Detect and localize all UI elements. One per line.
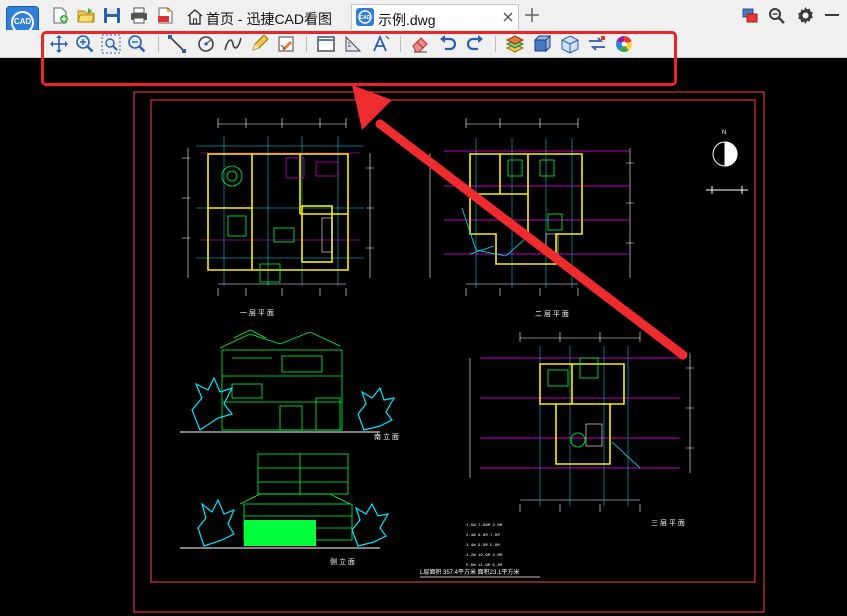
home-icon xyxy=(187,9,203,25)
settings-gear-icon[interactable] xyxy=(796,6,815,25)
area-table: 1.5W 7.99M 2.6M 2.4W 8.9M 7.6M 3.4W 9.9M… xyxy=(466,524,503,568)
svg-text:2.4W 8.9M 7.6M: 2.4W 8.9M 7.6M xyxy=(466,534,500,538)
tab-home[interactable]: 首页 - 迅捷CAD看图 xyxy=(184,4,344,30)
title-bar: CAD 首页 - 迅捷CAD看图 CAD 示例.dwg xyxy=(0,0,847,39)
new-tab-plus-icon[interactable] xyxy=(524,7,540,23)
svg-text:N: N xyxy=(722,130,726,136)
open-folder-icon[interactable] xyxy=(77,7,95,24)
svg-text:5.6W 11.9M 6.3M: 5.6W 11.9M 6.3M xyxy=(466,564,503,568)
tab-active-file[interactable]: CAD 示例.dwg xyxy=(351,4,519,30)
cad-file-icon: CAD xyxy=(356,8,374,26)
display-mode-icon[interactable] xyxy=(741,7,759,24)
close-tab-icon[interactable] xyxy=(502,11,514,23)
svg-text:4.2W 10.9M 4.8M: 4.2W 10.9M 4.8M xyxy=(466,554,503,558)
minimize-icon[interactable] xyxy=(825,13,839,17)
north-arrow-symbol: N xyxy=(706,130,748,194)
drawing-canvas[interactable]: 一 层 平 面 二 层 平 面 N 三 层 平 面 南 立 面 侧 立 面 1.… xyxy=(0,58,847,616)
sheet-outer-border xyxy=(133,91,765,613)
plan3-caption: 三 层 平 面 xyxy=(651,519,685,527)
svg-text:1.5W 7.99M 2.6M: 1.5W 7.99M 2.6M xyxy=(466,524,503,528)
export-pdf-icon[interactable] xyxy=(156,7,174,24)
save-icon[interactable] xyxy=(103,7,121,24)
tab-file-label: 示例.dwg xyxy=(378,12,436,28)
second-floor-plan xyxy=(429,118,634,296)
svg-text:CAD: CAD xyxy=(360,15,371,21)
plan2-caption: 二 层 平 面 xyxy=(535,310,569,318)
area-footer-text: L层面积 357.4平方米 面积23.1平方米 xyxy=(420,568,519,576)
plan1-caption: 一 层 平 面 xyxy=(240,309,274,317)
svg-text:3.4W 9.9M 5.8M: 3.4W 9.9M 5.8M xyxy=(466,544,500,548)
south-elevation xyxy=(180,329,396,433)
third-floor-plan xyxy=(469,332,694,512)
toolbar-highlight-box xyxy=(41,31,677,86)
south-elevation-caption: 南 立 面 xyxy=(374,432,399,441)
side-elevation-caption: 侧 立 面 xyxy=(330,557,355,566)
new-file-icon[interactable] xyxy=(51,7,69,24)
first-floor-plan xyxy=(182,118,374,296)
zoom-search-icon[interactable] xyxy=(768,7,786,24)
side-elevation xyxy=(180,453,390,549)
print-icon[interactable] xyxy=(130,7,148,24)
tab-home-label: 首页 - 迅捷CAD看图 xyxy=(206,11,332,27)
